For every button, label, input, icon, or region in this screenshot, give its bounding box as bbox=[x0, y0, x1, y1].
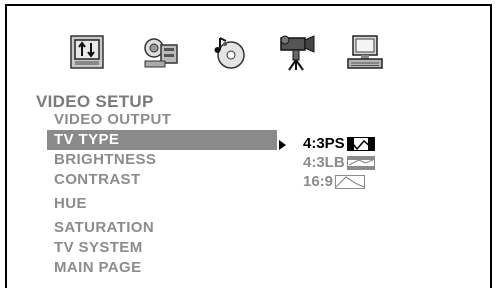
menu-item-contrast[interactable]: CONTRAST bbox=[47, 170, 277, 190]
option-label: 4:3LB bbox=[303, 154, 345, 171]
menu-item-saturation[interactable]: SATURATION bbox=[47, 218, 277, 238]
menu-item-main-page[interactable]: MAIN PAGE bbox=[47, 258, 277, 278]
option-label: 16:9 bbox=[303, 173, 334, 190]
letterbox-thumb-icon bbox=[346, 155, 375, 170]
menu-item-brightness[interactable]: BRIGHTNESS bbox=[47, 150, 277, 170]
submenu-arrow-icon bbox=[279, 140, 286, 150]
option-4-3-lb[interactable]: 4:3LB bbox=[303, 153, 375, 172]
pan-scan-thumb-icon bbox=[346, 136, 375, 151]
video-camera-icon[interactable] bbox=[277, 32, 317, 72]
setup-menu-list: VIDEO OUTPUT TV TYPE BRIGHTNESS CONTRAST… bbox=[47, 110, 277, 278]
option-4-3-ps[interactable]: 4:3PS bbox=[303, 134, 375, 153]
option-16-9[interactable]: 16:9 bbox=[303, 172, 375, 191]
widescreen-thumb-icon bbox=[335, 174, 366, 189]
menu-item-video-output[interactable]: VIDEO OUTPUT bbox=[47, 110, 277, 130]
menu-item-tv-type[interactable]: TV TYPE bbox=[47, 130, 277, 150]
menu-title: VIDEO SETUP bbox=[36, 92, 154, 111]
menu-item-hue[interactable]: HUE bbox=[47, 194, 277, 214]
preference-computer-icon[interactable] bbox=[345, 32, 385, 72]
osd-screen: VIDEO SETUP VIDEO OUTPUT TV TYPE BRIGHTN… bbox=[5, 4, 492, 288]
option-label: 4:3PS bbox=[303, 135, 345, 152]
general-setup-icon[interactable] bbox=[67, 32, 107, 72]
audio-setup-icon[interactable] bbox=[209, 32, 249, 72]
menu-item-tv-system[interactable]: TV SYSTEM bbox=[47, 238, 277, 258]
speaker-setup-icon[interactable] bbox=[141, 32, 181, 72]
tv-type-options: 4:3PS 4:3LB 16:9 bbox=[303, 134, 375, 191]
